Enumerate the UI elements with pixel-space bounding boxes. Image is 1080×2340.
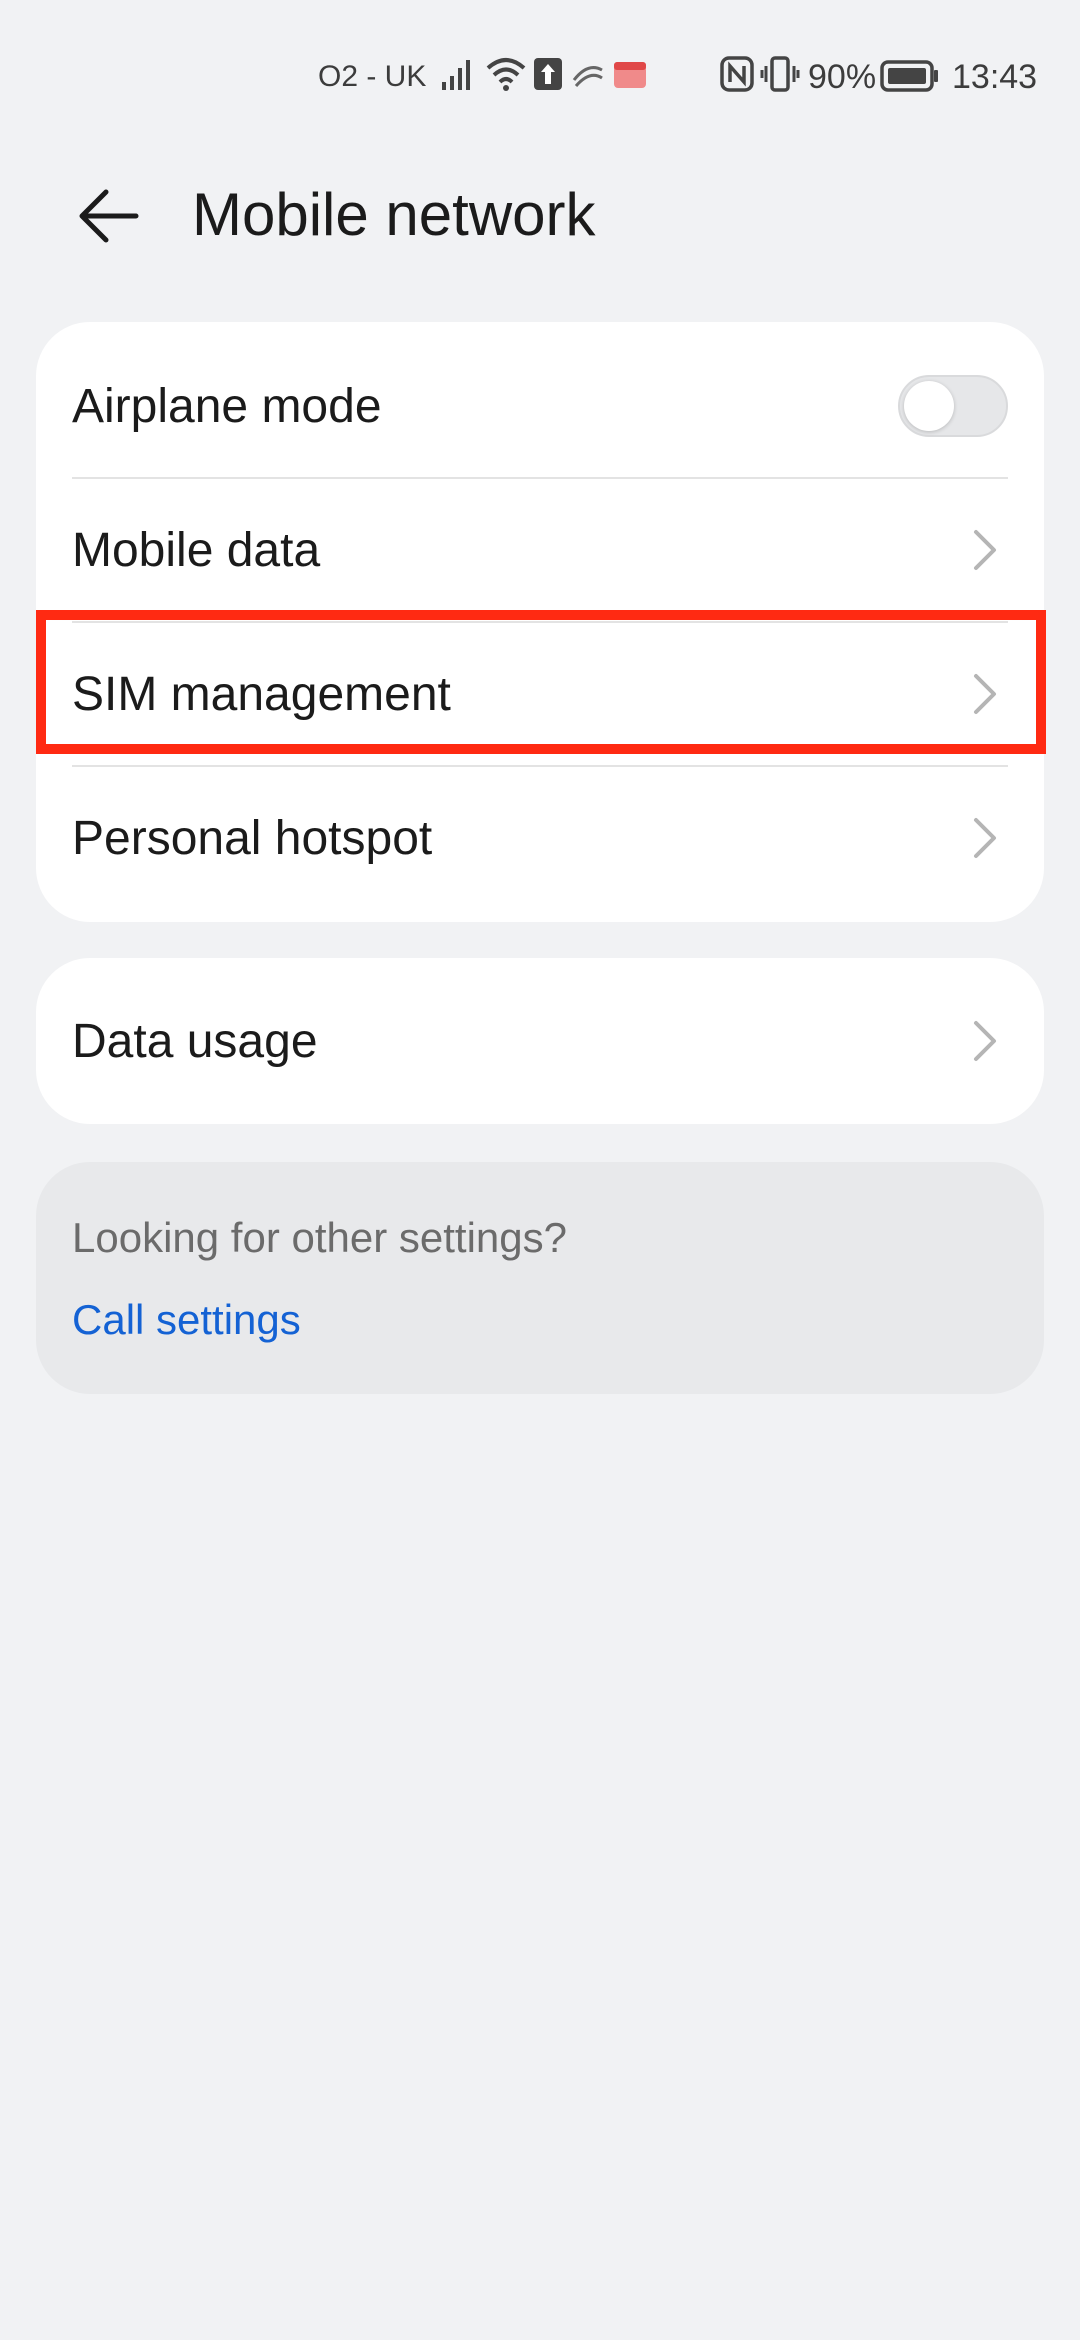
wifi-icon bbox=[486, 56, 526, 97]
highlight-box bbox=[36, 610, 1046, 754]
nfc-icon bbox=[720, 56, 754, 97]
personal-hotspot-row[interactable]: Personal hotspot bbox=[72, 766, 1008, 910]
app-notification-icon bbox=[612, 56, 648, 97]
personal-hotspot-label: Personal hotspot bbox=[72, 811, 433, 865]
toggle-knob bbox=[904, 381, 954, 431]
data-usage-row[interactable]: Data usage bbox=[72, 969, 1008, 1113]
carrier-label: O2 - UK bbox=[318, 60, 427, 93]
battery-percentage: 90% bbox=[808, 58, 877, 96]
data-usage-card: Data usage bbox=[36, 958, 1044, 1124]
page-title: Mobile network bbox=[192, 181, 596, 248]
signal-icon bbox=[440, 56, 476, 97]
chevron-right-icon bbox=[974, 1021, 996, 1061]
mobile-data-row[interactable]: Mobile data bbox=[72, 478, 1008, 622]
airplane-mode-row[interactable]: Airplane mode bbox=[72, 334, 1008, 478]
swiftkey-icon bbox=[570, 56, 606, 97]
chevron-right-icon bbox=[974, 530, 996, 570]
chevron-right-icon bbox=[974, 818, 996, 858]
status-bar: O2 - UK 90% 13:43 bbox=[0, 0, 1080, 150]
call-settings-link[interactable]: Call settings bbox=[72, 1296, 301, 1344]
back-button[interactable] bbox=[68, 176, 148, 256]
airplane-mode-toggle[interactable] bbox=[898, 375, 1008, 437]
clock-time: 13:43 bbox=[952, 58, 1038, 96]
battery-icon bbox=[880, 60, 940, 97]
data-usage-label: Data usage bbox=[72, 1014, 318, 1068]
airplane-mode-label: Airplane mode bbox=[72, 379, 382, 433]
vibrate-icon bbox=[760, 56, 800, 97]
suggestions-title: Looking for other settings? bbox=[72, 1214, 567, 1261]
mobile-data-label: Mobile data bbox=[72, 523, 321, 577]
back-arrow-icon bbox=[79, 189, 139, 243]
suggestions-card: Looking for other settings? Call setting… bbox=[36, 1162, 1044, 1394]
upload-notification-icon bbox=[534, 56, 562, 97]
